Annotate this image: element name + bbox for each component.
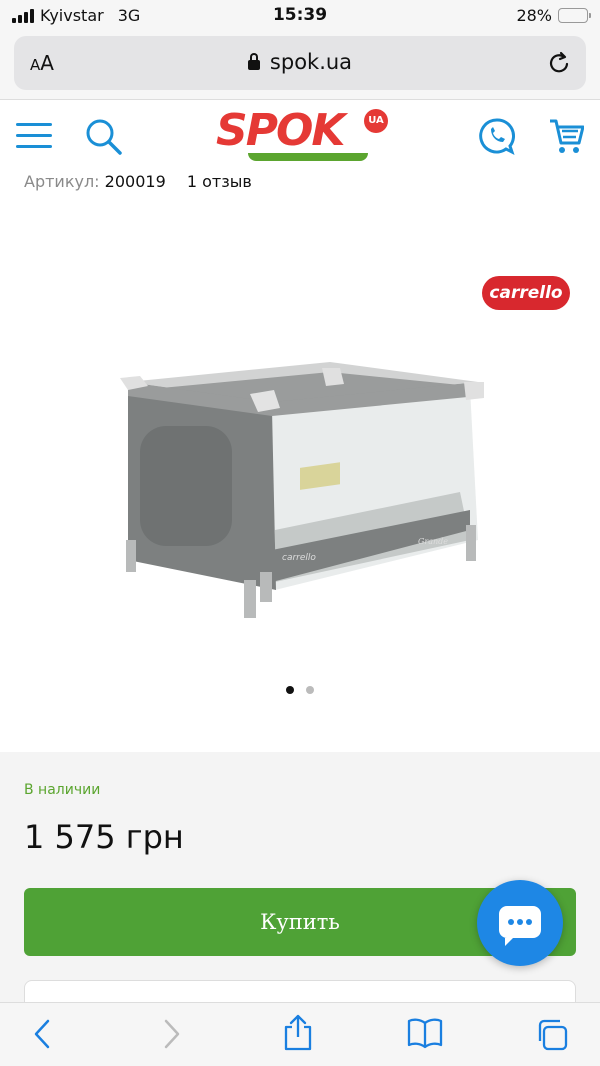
- article-label: Артикул:: [24, 172, 100, 191]
- gallery-pagination: [0, 686, 600, 694]
- logo-badge: UA: [364, 109, 388, 133]
- article-number: 200019: [104, 172, 166, 191]
- image-model-label: Grande: [418, 537, 448, 546]
- tabs-icon[interactable]: [534, 1017, 570, 1057]
- share-icon[interactable]: [282, 1013, 314, 1057]
- url-text: spok.ua: [269, 50, 353, 74]
- site-header: SPOK UA: [0, 101, 600, 169]
- stock-status: В наличии: [24, 782, 101, 798]
- product-gallery[interactable]: carrello carrello Grande: [0, 210, 600, 750]
- battery-percent: 28%: [516, 6, 552, 25]
- url-field[interactable]: spok.ua: [14, 50, 586, 74]
- battery-icon: [558, 8, 591, 23]
- site-logo[interactable]: SPOK UA: [216, 105, 388, 167]
- status-bar: Kyivstar 3G 15:39 28%: [0, 0, 600, 32]
- book-icon[interactable]: [406, 1017, 444, 1053]
- chat-icon: [499, 906, 541, 946]
- address-bar[interactable]: AA spok.ua: [14, 36, 586, 90]
- image-brand-label: carrello: [282, 553, 316, 563]
- cart-icon[interactable]: [548, 117, 585, 159]
- battery-info: 28%: [516, 6, 591, 25]
- clock: 15:39: [272, 5, 328, 25]
- hamburger-menu-icon[interactable]: [16, 123, 52, 149]
- chat-widget-button[interactable]: [477, 880, 563, 966]
- browser-address-area: AA spok.ua: [0, 32, 600, 100]
- reload-icon[interactable]: [548, 50, 572, 80]
- product-meta: Артикул: 200019 1 отзыв: [24, 172, 252, 191]
- phone-chat-icon[interactable]: [478, 117, 516, 159]
- product-image[interactable]: carrello Grande: [0, 210, 600, 750]
- gallery-dot-2[interactable]: [306, 686, 314, 694]
- logo-text: SPOK: [216, 105, 345, 156]
- product-price: 1 575 грн: [24, 818, 184, 856]
- lock-icon: [247, 53, 260, 70]
- reviews-link[interactable]: 1 отзыв: [187, 172, 252, 191]
- chevron-left-icon[interactable]: [30, 1017, 54, 1055]
- gallery-dot-1[interactable]: [286, 686, 294, 694]
- browser-toolbar: [0, 1002, 600, 1066]
- logo-swoosh: [248, 153, 368, 161]
- chevron-right-icon[interactable]: [160, 1017, 184, 1055]
- search-icon[interactable]: [84, 117, 124, 161]
